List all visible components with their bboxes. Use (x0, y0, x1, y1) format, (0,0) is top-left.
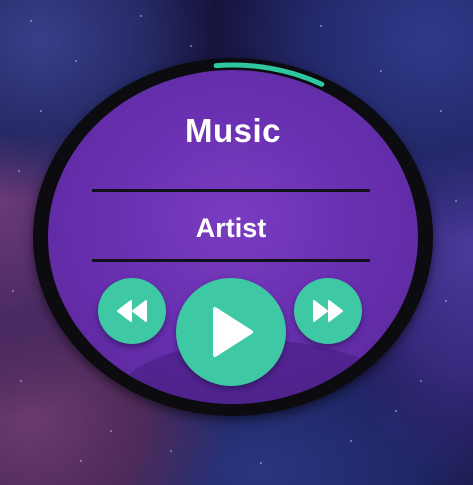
track-title: Music (184, 112, 282, 149)
play-icon (213, 307, 253, 357)
rewind-icon (117, 300, 147, 322)
artist-divider (92, 259, 370, 262)
artist-name: Artist (195, 213, 267, 243)
rewind-button[interactable] (98, 278, 166, 344)
fast-forward-button[interactable] (294, 278, 362, 344)
fast-forward-icon (313, 300, 343, 322)
play-button[interactable] (176, 278, 286, 386)
title-divider (92, 189, 370, 192)
